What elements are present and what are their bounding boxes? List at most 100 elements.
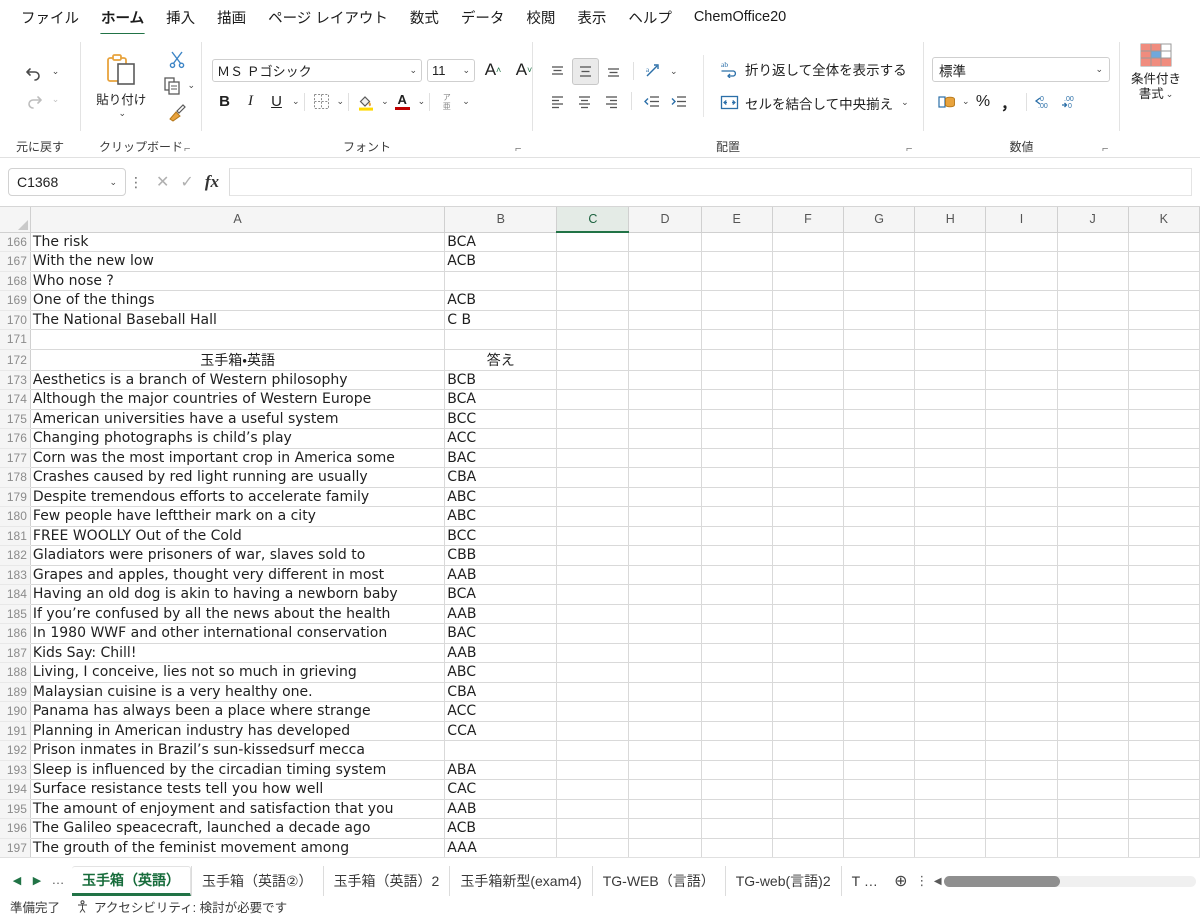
cell-H179[interactable] [915,487,986,507]
cell-I197[interactable] [986,838,1057,857]
cell-E170[interactable] [701,310,772,330]
cell-J196[interactable] [1057,819,1128,839]
cell-C183[interactable] [557,565,629,585]
cell-K174[interactable] [1128,390,1199,410]
cell-D181[interactable] [629,526,701,546]
row-header-168[interactable]: 168 [0,271,30,291]
cell-A179[interactable]: Despite tremendous efforts to accelerate… [30,487,444,507]
row-header-172[interactable]: 172 [0,349,30,370]
cell-B167[interactable]: ACB [445,252,557,272]
row-header-189[interactable]: 189 [0,682,30,702]
cell-I173[interactable] [986,370,1057,390]
cell-E197[interactable] [701,838,772,857]
status-accessibility[interactable]: アクセシビリティ: 検討が必要です [76,897,287,916]
cell-J195[interactable] [1057,799,1128,819]
cell-C177[interactable] [557,448,629,468]
cell-E195[interactable] [701,799,772,819]
cell-K167[interactable] [1128,252,1199,272]
number-format-select[interactable]: 標準 ⌄ [932,57,1110,82]
cell-H167[interactable] [915,252,986,272]
cell-G186[interactable] [844,624,915,644]
cell-A187[interactable]: Kids Say: Chill! [30,643,444,663]
cell-D171[interactable] [629,330,701,350]
cell-A178[interactable]: Crashes caused by red light running are … [30,468,444,488]
row-header-166[interactable]: 166 [0,232,30,252]
cell-F175[interactable] [772,409,843,429]
column-header-K[interactable]: K [1128,207,1199,232]
cell-E186[interactable] [701,624,772,644]
row-header-181[interactable]: 181 [0,526,30,546]
cell-E169[interactable] [701,291,772,311]
cell-B186[interactable]: BAC [445,624,557,644]
cell-C174[interactable] [557,390,629,410]
copy-dropdown-arrow[interactable]: ⌄ [187,80,195,91]
cell-J172[interactable] [1057,349,1128,370]
row-header-190[interactable]: 190 [0,702,30,722]
cell-A189[interactable]: Malaysian cuisine is a very healthy one. [30,682,444,702]
row-header-171[interactable]: 171 [0,330,30,350]
cell-A193[interactable]: Sleep is influenced by the circadian tim… [30,760,444,780]
cell-H191[interactable] [915,721,986,741]
cell-J176[interactable] [1057,429,1128,449]
sheet-tab-0[interactable]: 玉手箱（英語） [72,866,191,896]
increase-indent-button[interactable] [666,89,691,114]
cell-A196[interactable]: The Galileo speacecraft, launched a deca… [30,819,444,839]
cell-H183[interactable] [915,565,986,585]
cell-A168[interactable]: Who nose ? [30,271,444,291]
cell-H190[interactable] [915,702,986,722]
cell-G188[interactable] [844,663,915,683]
format-painter-button[interactable] [164,100,190,126]
cell-A182[interactable]: Gladiators were prisoners of war, slaves… [30,546,444,566]
cell-C176[interactable] [557,429,629,449]
cell-B195[interactable]: AAB [445,799,557,819]
cell-B189[interactable]: CBA [445,682,557,702]
row-header-185[interactable]: 185 [0,604,30,624]
row-header-188[interactable]: 188 [0,663,30,683]
cell-J177[interactable] [1057,448,1128,468]
merge-dropdown-arrow[interactable]: ⌄ [901,97,909,108]
cell-D179[interactable] [629,487,701,507]
cell-G191[interactable] [844,721,915,741]
cell-D197[interactable] [629,838,701,857]
menu-item-2[interactable]: 挿入 [155,1,206,34]
scroll-left-arrow-icon[interactable]: ◀ [934,876,944,887]
cell-F197[interactable] [772,838,843,857]
row-header-194[interactable]: 194 [0,780,30,800]
cell-B176[interactable]: ACC [445,429,557,449]
cell-I180[interactable] [986,507,1057,527]
name-box[interactable]: C1368 ⌄ [8,168,126,196]
cell-J185[interactable] [1057,604,1128,624]
cell-K169[interactable] [1128,291,1199,311]
sheet-tab-3[interactable]: 玉手箱新型(exam4) [449,866,591,896]
underline-button[interactable]: U [264,89,289,114]
cell-E194[interactable] [701,780,772,800]
cell-K191[interactable] [1128,721,1199,741]
cell-I196[interactable] [986,819,1057,839]
cell-F193[interactable] [772,760,843,780]
fx-icon[interactable]: fx [205,172,219,192]
cell-G172[interactable] [844,349,915,370]
font-name-select[interactable]: ＭＳ Ｐゴシック ⌄ [212,59,422,82]
cell-J189[interactable] [1057,682,1128,702]
cell-G183[interactable] [844,565,915,585]
borders-dropdown-arrow[interactable]: ⌄ [337,96,345,107]
cell-G167[interactable] [844,252,915,272]
cell-H176[interactable] [915,429,986,449]
cell-K173[interactable] [1128,370,1199,390]
cell-H175[interactable] [915,409,986,429]
sheet-tab-2[interactable]: 玉手箱（英語）2 [323,866,450,896]
cell-G197[interactable] [844,838,915,857]
prev-sheet-arrow-icon[interactable]: ◀ [8,871,26,889]
cell-I177[interactable] [986,448,1057,468]
cell-F169[interactable] [772,291,843,311]
cell-D189[interactable] [629,682,701,702]
cell-D167[interactable] [629,252,701,272]
cell-A180[interactable]: Few people have lefttheir mark on a city [30,507,444,527]
cell-C173[interactable] [557,370,629,390]
cell-B194[interactable]: CAC [445,780,557,800]
cell-G175[interactable] [844,409,915,429]
cell-C169[interactable] [557,291,629,311]
cell-C171[interactable] [557,330,629,350]
cell-E177[interactable] [701,448,772,468]
alignment-dialog-launcher[interactable]: ⌐ [906,143,918,155]
